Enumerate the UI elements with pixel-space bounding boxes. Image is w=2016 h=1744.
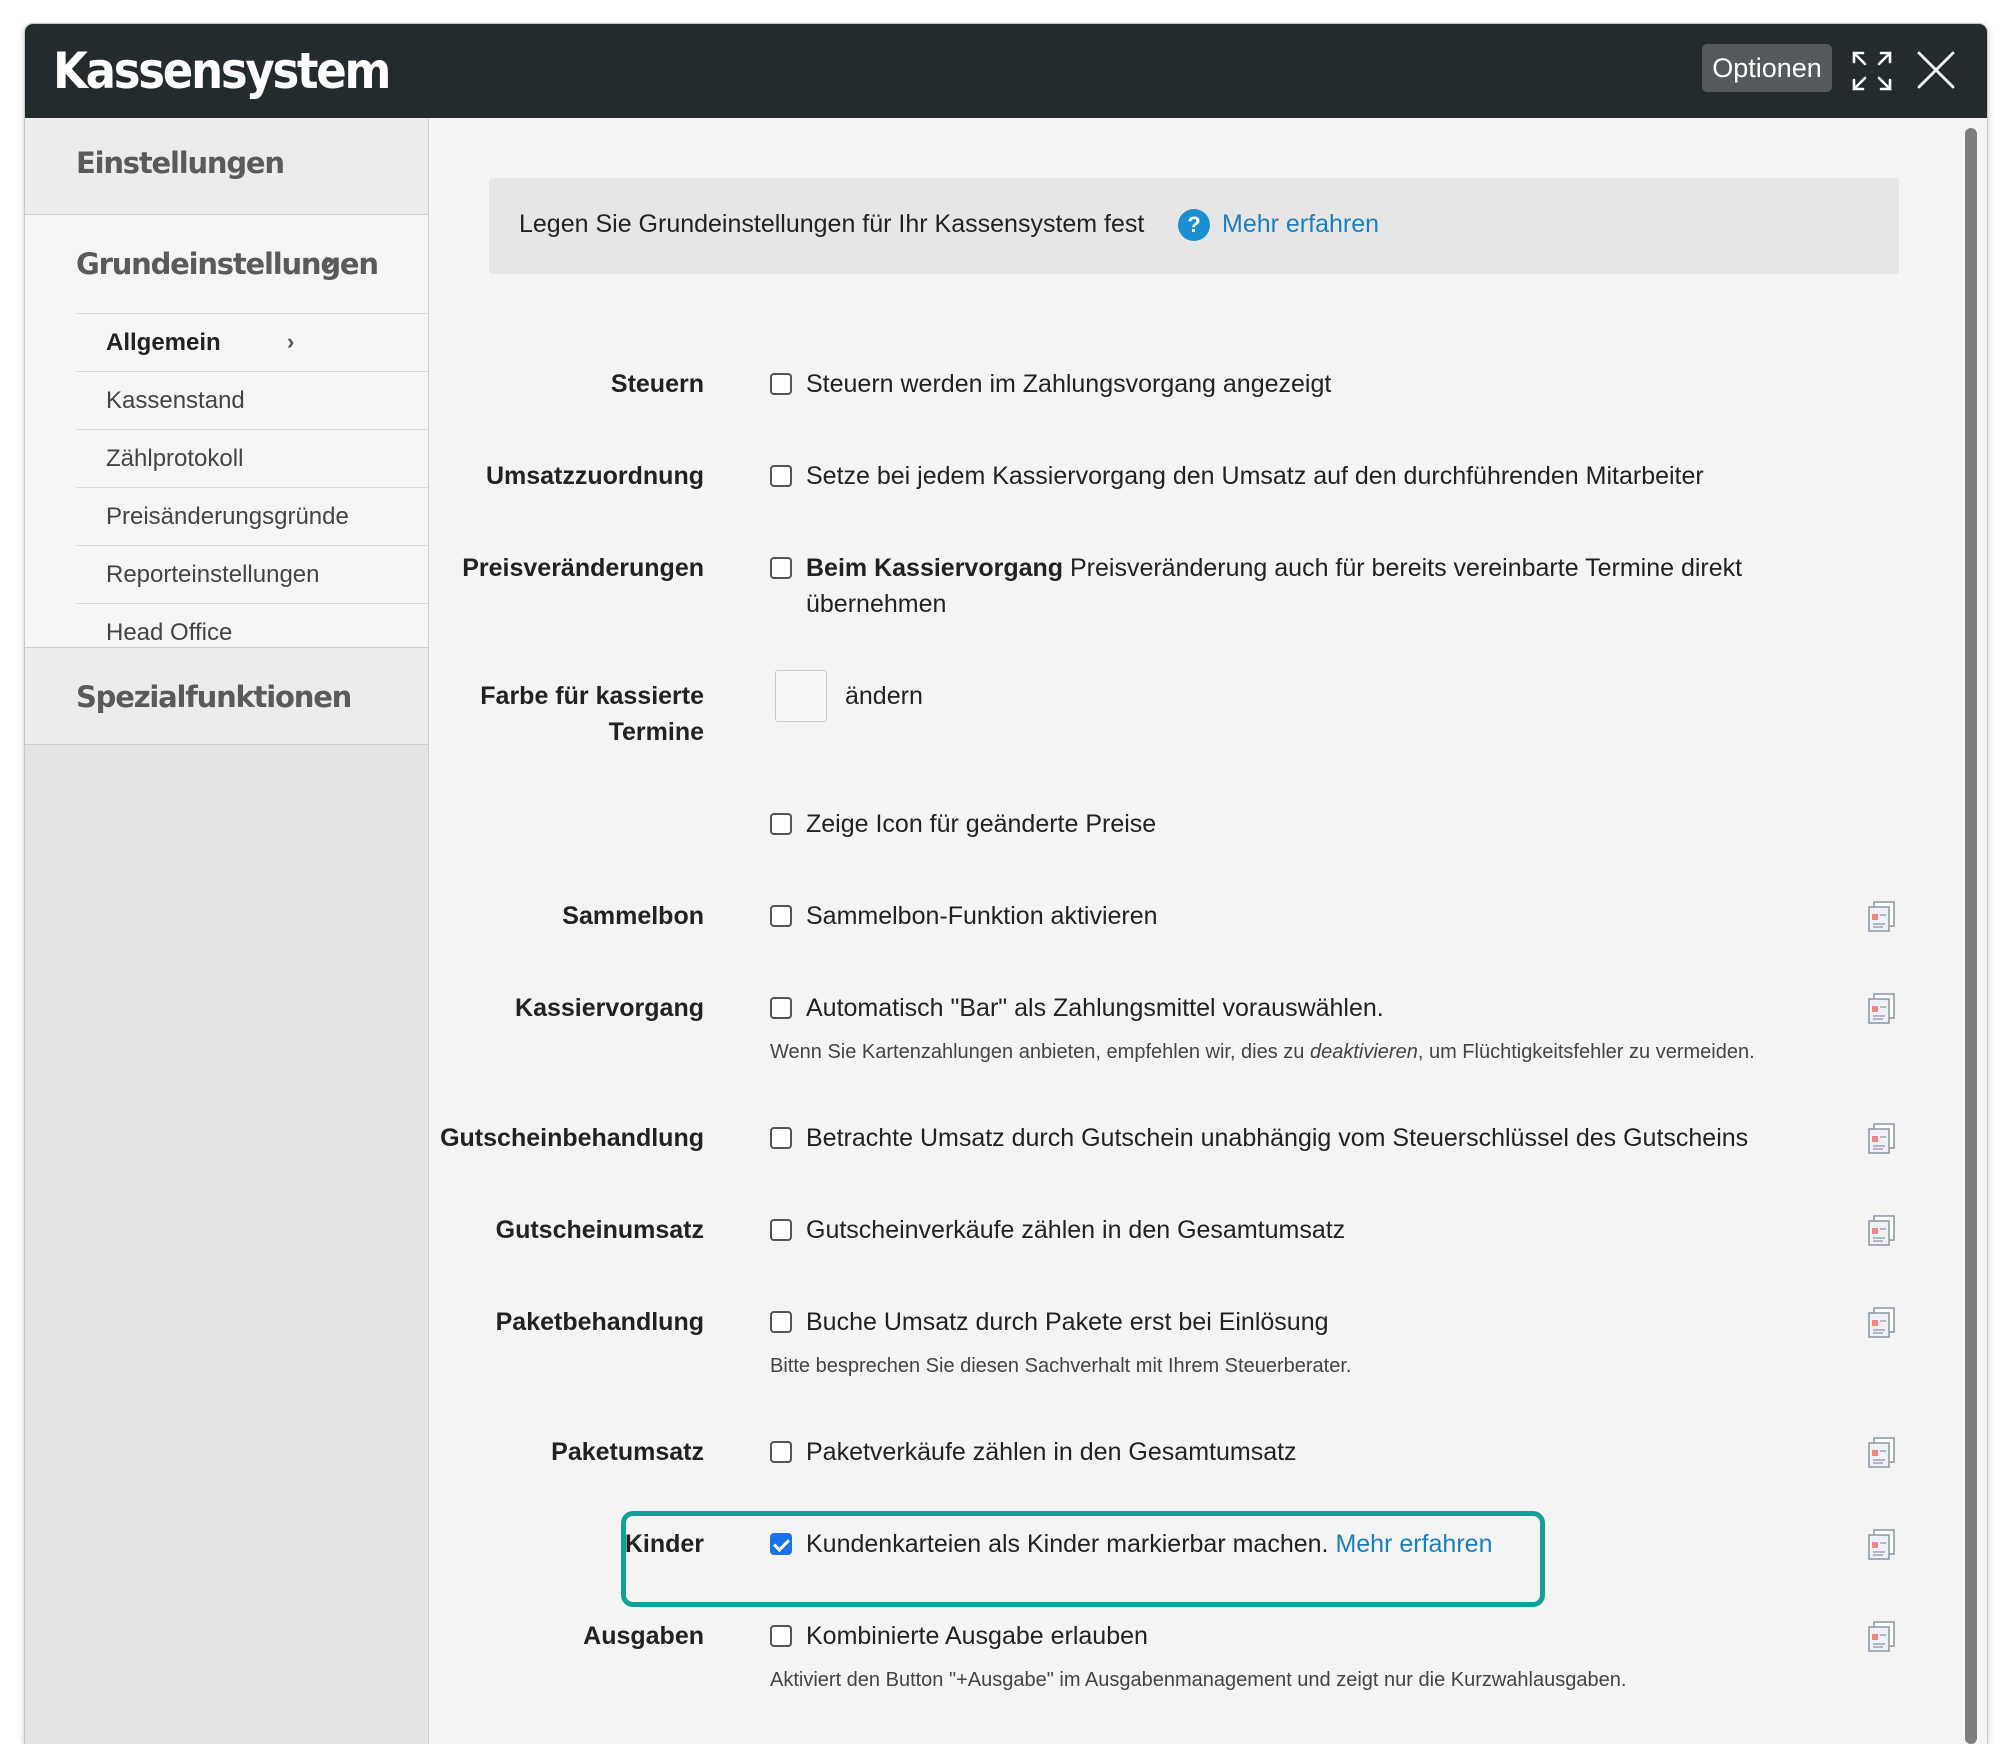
sidebar-item-label: Head Office	[106, 619, 233, 646]
row-label: Farbe für kassierte Termine	[480, 682, 704, 746]
sidebar-item-label: Preisänderungsgründe	[106, 503, 349, 530]
scrollbar[interactable]	[1963, 128, 1979, 1744]
info-banner: Legen Sie Grundeinstellungen für Ihr Kas…	[489, 178, 1899, 274]
sidebar-item-kassenstand[interactable]: Kassenstand	[76, 371, 428, 429]
change-color-link[interactable]: ändern	[845, 678, 1905, 714]
checkbox-umsatzzuordnung[interactable]	[770, 465, 792, 487]
chevron-right-icon: ›	[323, 245, 335, 280]
row-label: Steuern	[610, 370, 704, 398]
document-icon[interactable]	[1866, 1306, 1898, 1338]
row-hint: Aktiviert den Button "+Ausgabe" im Ausga…	[770, 1669, 1627, 1691]
row-label: Gutscheinumsatz	[495, 1216, 704, 1244]
sidebar-group-grundeinstellungen: Grundeinstellungen › Allgemein › Kassens…	[25, 215, 428, 648]
sidebar-item-preisaenderungsgruende[interactable]: Preisänderungsgründe	[76, 487, 428, 545]
checkbox-ausgaben[interactable]	[770, 1625, 792, 1647]
row-label: Umsatzzuordnung	[485, 462, 704, 490]
sidebar-item-allgemein[interactable]: Allgemein ›	[76, 313, 428, 371]
row-label: Paketumsatz	[551, 1438, 704, 1466]
options-button[interactable]: Optionen	[1702, 44, 1832, 92]
checkbox-paketbehandlung[interactable]	[770, 1311, 792, 1333]
info-text: Legen Sie Grundeinstellungen für Ihr Kas…	[519, 210, 1145, 238]
sidebar-item-label: Reporteinstellungen	[106, 561, 320, 588]
color-swatch[interactable]	[775, 670, 827, 722]
checkbox-sammelbon[interactable]	[770, 905, 792, 927]
scrollbar-thumb[interactable]	[1965, 128, 1977, 1744]
row-text: Gutscheinverkäufe zählen in den Gesamtum…	[806, 1216, 1346, 1244]
row-label: Kassiervorgang	[515, 994, 704, 1022]
hint-emphasis: deaktivieren	[1309, 1041, 1418, 1063]
app-title: Kassensystem	[53, 42, 391, 100]
app-window: Kassensystem Optionen Einstellungen Grun…	[25, 24, 1987, 1744]
checkbox-gutscheinbehandlung[interactable]	[770, 1127, 792, 1149]
hint-text: Wenn Sie Kartenzahlungen anbieten, empfe…	[770, 1041, 1310, 1063]
row-text: Sammelbon-Funktion aktivieren	[806, 902, 1158, 930]
sidebar: Einstellungen Grundeinstellungen › Allge…	[25, 118, 429, 1744]
row-label: Ausgaben	[583, 1622, 704, 1650]
sidebar-section-einstellungen[interactable]: Einstellungen	[25, 118, 428, 215]
row-text: Betrachte Umsatz durch Gutschein unabhän…	[806, 1124, 1749, 1152]
title-bar: Kassensystem Optionen	[25, 24, 1987, 118]
document-icon[interactable]	[1866, 1214, 1898, 1246]
highlight-frame	[621, 1511, 1545, 1607]
sidebar-item-label: Zählprotokoll	[106, 445, 244, 472]
sidebar-item-reporteinstellungen[interactable]: Reporteinstellungen	[76, 545, 428, 603]
document-icon[interactable]	[1866, 1436, 1898, 1468]
checkbox-kassiervorgang[interactable]	[770, 997, 792, 1019]
row-text: Buche Umsatz durch Pakete erst bei Einlö…	[806, 1308, 1329, 1336]
sidebar-item-label: Allgemein	[106, 329, 221, 356]
sidebar-section-spezialfunktionen[interactable]: Spezialfunktionen	[25, 648, 428, 745]
settings-panel: Legen Sie Grundeinstellungen für Ihr Kas…	[429, 118, 1987, 1744]
checkbox-preis-icon[interactable]	[770, 813, 792, 835]
expand-icon[interactable]	[1851, 50, 1893, 92]
sidebar-item-label: Kassenstand	[106, 387, 245, 414]
row-label: Sammelbon	[562, 902, 704, 930]
checkbox-gutscheinumsatz[interactable]	[770, 1219, 792, 1241]
close-icon[interactable]	[1916, 50, 1956, 90]
hint-text: , um Flüchtigkeitsfehler zu vermeiden.	[1417, 1041, 1755, 1063]
document-icon[interactable]	[1866, 1528, 1898, 1560]
document-icon[interactable]	[1866, 1620, 1898, 1652]
row-text: Zeige Icon für geänderte Preise	[806, 810, 1157, 838]
document-icon[interactable]	[1866, 1122, 1898, 1154]
sidebar-items: Allgemein › Kassenstand Zählprotokoll Pr…	[76, 313, 428, 661]
row-hint: Wenn Sie Kartenzahlungen anbieten, empfe…	[770, 1038, 1920, 1066]
row-text: Paketverkäufe zählen in den Gesamtumsatz	[806, 1438, 1297, 1466]
sidebar-item-zaehlprotokoll[interactable]: Zählprotokoll	[76, 429, 428, 487]
document-icon[interactable]	[1866, 992, 1898, 1024]
checkbox-preisveraenderungen[interactable]	[770, 557, 792, 579]
checkbox-steuern[interactable]	[770, 373, 792, 395]
row-text: Kombinierte Ausgabe erlauben	[806, 1622, 1148, 1650]
row-text: Steuern werden im Zahlungsvorgang angeze…	[806, 370, 1332, 398]
document-icon[interactable]	[1866, 900, 1898, 932]
sidebar-section-label: Spezialfunktionen	[76, 680, 352, 714]
row-text: Automatisch "Bar" als Zahlungsmittel vor…	[806, 994, 1384, 1022]
help-icon[interactable]: ?	[1178, 209, 1210, 241]
chevron-right-icon: ›	[287, 329, 295, 354]
row-text: Beim Kassiervorgang Preisveränderung auc…	[806, 550, 1866, 622]
row-hint: Bitte besprechen Sie diesen Sachverhalt …	[770, 1355, 1352, 1377]
info-link[interactable]: Mehr erfahren	[1222, 210, 1379, 239]
row-label: Gutscheinbehandlung	[440, 1124, 704, 1152]
row-text-bold: Beim Kassiervorgang	[806, 554, 1064, 582]
row-label: Preisveränderungen	[462, 554, 704, 582]
checkbox-paketumsatz[interactable]	[770, 1441, 792, 1463]
sidebar-section-label: Einstellungen	[76, 146, 285, 180]
row-text: Setze bei jedem Kassiervorgang den Umsat…	[806, 462, 1704, 490]
row-label: Paketbehandlung	[495, 1308, 704, 1336]
